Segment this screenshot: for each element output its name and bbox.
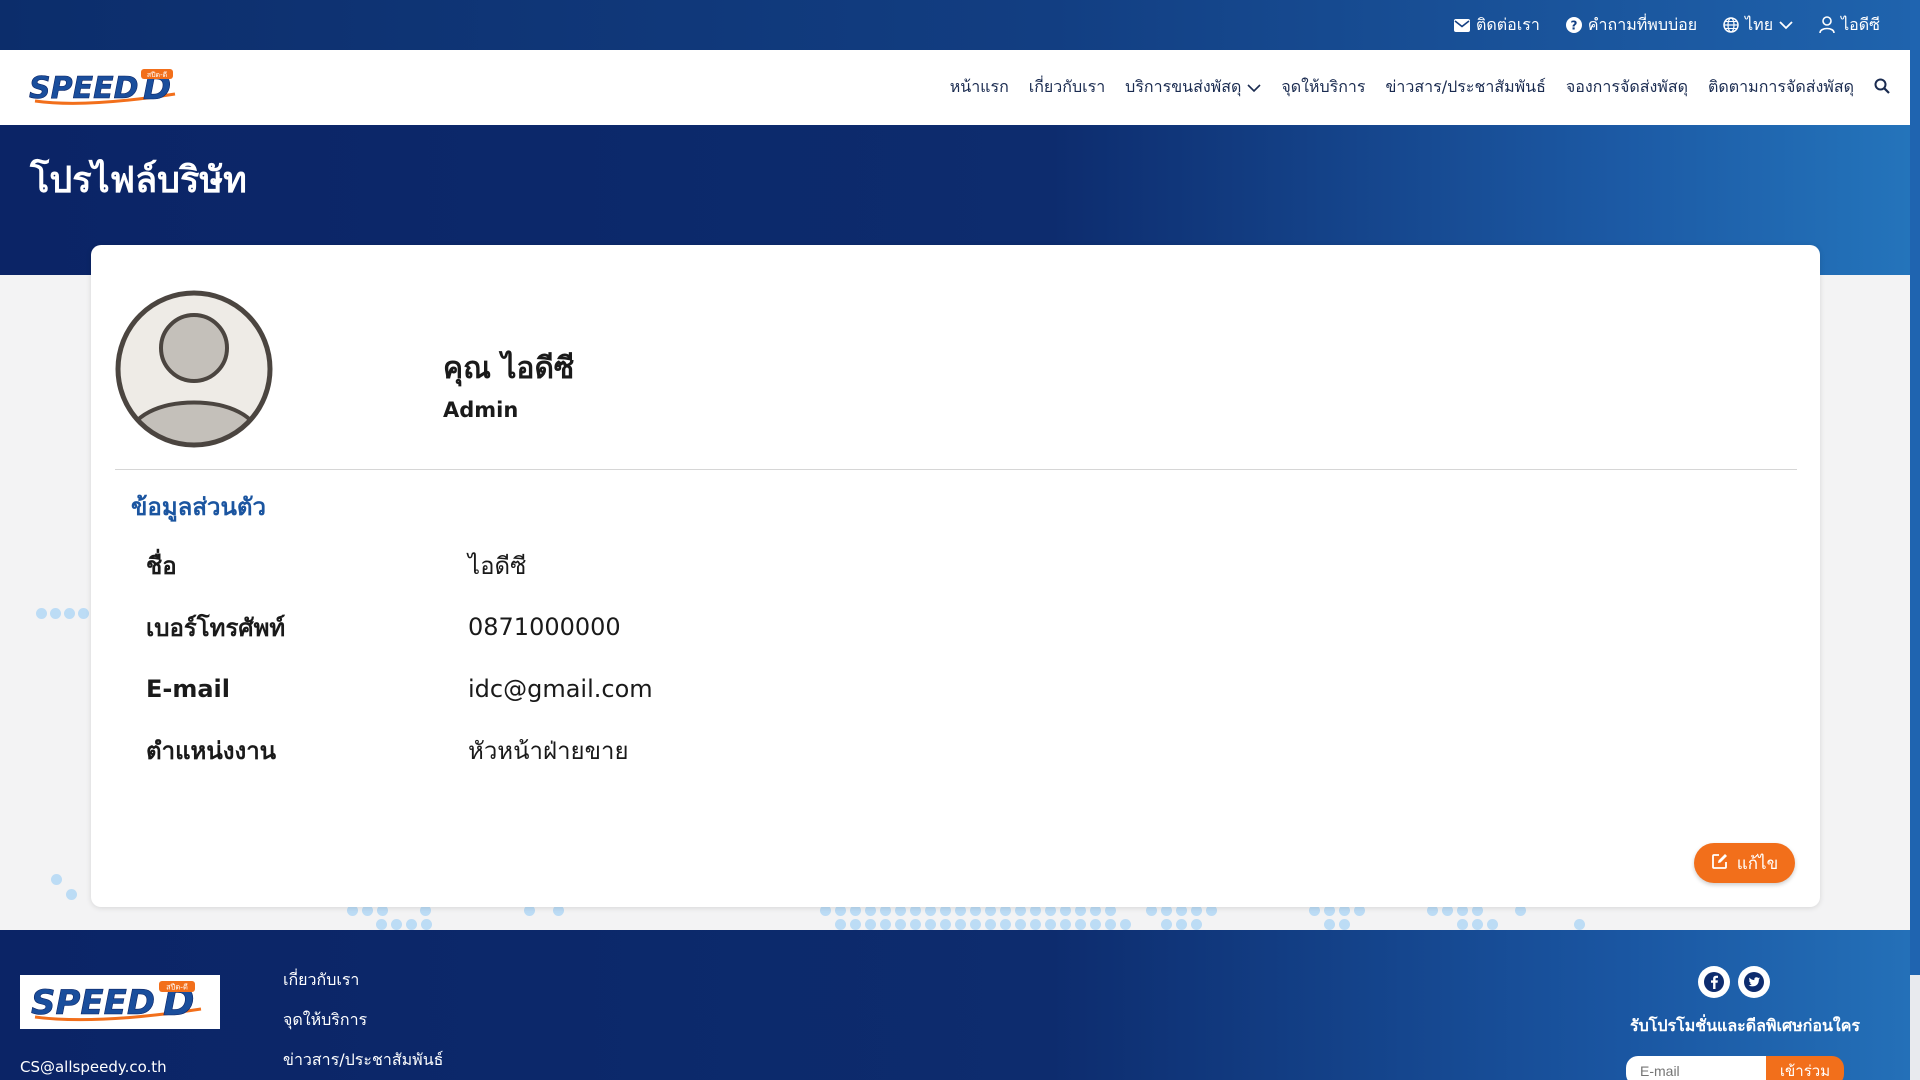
edit-label: แก้ไข xyxy=(1736,853,1779,874)
page-title: โปรไฟล์บริษัท xyxy=(30,160,247,201)
language-label: ไทย xyxy=(1745,14,1774,34)
footer-link-news[interactable]: ข่าวสาร/ประชาสัมพันธ์ xyxy=(283,1048,443,1080)
info-value: 0871000000 xyxy=(468,613,621,641)
nav-home[interactable]: หน้าแรก xyxy=(950,75,1009,100)
nav-tracking[interactable]: ติดตามการจัดส่งพัสดุ xyxy=(1708,75,1854,100)
twitter-icon[interactable] xyxy=(1738,966,1770,998)
scrollbar-track[interactable] xyxy=(1910,0,1920,1080)
nav-services[interactable]: บริการขนส่งพัสดุ xyxy=(1125,75,1261,100)
profile-name: คุณ ไอดีซี xyxy=(443,351,575,386)
search-button[interactable] xyxy=(1874,78,1890,98)
nav-booking[interactable]: จองการจัดส่งพัสดุ xyxy=(1566,75,1688,100)
social-links xyxy=(1698,966,1770,998)
edit-icon xyxy=(1711,852,1729,875)
nav-home-label: หน้าแรก xyxy=(949,77,1009,96)
svg-text:?: ? xyxy=(1570,19,1577,33)
contact-label: ติดต่อเรา xyxy=(1476,14,1540,34)
user-icon xyxy=(1819,16,1835,34)
info-label: E-mail xyxy=(146,675,231,703)
avatar xyxy=(115,290,273,448)
main-nav: SPEED D สปีด-ดี หน้าแรก เกี่ยวกับเรา บริ… xyxy=(0,50,1910,125)
nav-booking-label: จองการจัดส่งพัสดุ xyxy=(1565,77,1688,96)
user-label: ไอดีซี xyxy=(1841,14,1880,34)
nav-tracking-label: ติดตามการจัดส่งพัสดุ xyxy=(1707,77,1854,96)
info-row-position: ตำแหน่งงาน หัวหน้าฝ่ายขาย xyxy=(146,730,629,770)
scrollbar-thumb[interactable] xyxy=(1910,0,1920,975)
divider xyxy=(115,469,1797,470)
top-bar: ติดต่อเรา ? คำถามที่พบบ่อย ไทย ไอดีซี xyxy=(0,0,1910,50)
nav-news[interactable]: ข่าวสาร/ประชาสัมพันธ์ xyxy=(1385,75,1545,100)
promo-text: รับโปรโมชั่นและดีลพิเศษก่อนใคร xyxy=(1630,1016,1860,1035)
svg-text:สปีด-ดี: สปีด-ดี xyxy=(166,983,188,992)
nav-about-label: เกี่ยวกับเรา xyxy=(1028,77,1106,96)
footer-email[interactable]: CS@allspeedy.co.th xyxy=(20,1058,167,1076)
profile-card: คุณ ไอดีซี Admin ข้อมูลส่วนตัว ชื่อ ไอดี… xyxy=(91,245,1820,907)
info-label: ชื่อ xyxy=(146,551,177,580)
join-button[interactable]: เข้าร่วม xyxy=(1766,1056,1844,1080)
nav-service-points-label: จุดให้บริการ xyxy=(1281,77,1366,96)
info-label: ตำแหน่งงาน xyxy=(146,736,277,765)
speed-d-logo[interactable]: SPEED D สปีด-ดี xyxy=(25,68,187,108)
user-menu[interactable]: ไอดีซี xyxy=(1819,13,1880,38)
svg-text:SPEED: SPEED xyxy=(31,983,155,1023)
svg-text:SPEED: SPEED xyxy=(29,71,138,106)
nav-service-points[interactable]: จุดให้บริการ xyxy=(1281,75,1365,100)
email-input[interactable] xyxy=(1626,1056,1766,1080)
nav-services-label: บริการขนส่งพัสดุ xyxy=(1125,77,1242,96)
info-row-name: ชื่อ ไอดีซี xyxy=(146,545,526,585)
chevron-down-icon xyxy=(1247,78,1261,97)
section-title: ข้อมูลส่วนตัว xyxy=(131,493,266,521)
footer-logo[interactable]: SPEED D สปีด-ดี xyxy=(20,975,220,1029)
question-circle-icon: ? xyxy=(1565,17,1582,33)
footer-links: เกี่ยวกับเรา จุดให้บริการ ข่าวสาร/ประชาส… xyxy=(283,968,443,1080)
faq-label: คำถามที่พบบ่อย xyxy=(1587,14,1698,34)
globe-icon xyxy=(1723,17,1739,33)
info-value: ไอดีซี xyxy=(468,551,527,580)
subscribe-form: เข้าร่วม xyxy=(1626,1056,1844,1080)
footer: SPEED D สปีด-ดี CS@allspeedy.co.th เกี่ย… xyxy=(0,930,1910,1080)
info-value: หัวหน้าฝ่ายขาย xyxy=(468,736,629,765)
faq-link[interactable]: ? คำถามที่พบบ่อย xyxy=(1565,13,1698,38)
nav-links: หน้าแรก เกี่ยวกับเรา บริการขนส่งพัสดุ จุ… xyxy=(950,75,1890,100)
footer-link-service-points[interactable]: จุดให้บริการ xyxy=(283,1008,443,1048)
info-label: เบอร์โทรศัพท์ xyxy=(146,613,286,642)
info-row-phone: เบอร์โทรศัพท์ 0871000000 xyxy=(146,607,621,647)
edit-button[interactable]: แก้ไข xyxy=(1694,843,1795,883)
footer-link-about[interactable]: เกี่ยวกับเรา xyxy=(283,968,443,1008)
envelope-icon xyxy=(1454,18,1470,32)
facebook-icon[interactable] xyxy=(1698,966,1730,998)
svg-text:สปีด-ดี: สปีด-ดี xyxy=(147,71,167,79)
info-value: idc@gmail.com xyxy=(468,675,653,703)
contact-link[interactable]: ติดต่อเรา xyxy=(1454,13,1540,38)
info-row-email: E-mail idc@gmail.com xyxy=(146,669,653,709)
profile-role: Admin xyxy=(443,398,519,422)
nav-news-label: ข่าวสาร/ประชาสัมพันธ์ xyxy=(1385,77,1546,96)
nav-about[interactable]: เกี่ยวกับเรา xyxy=(1029,75,1105,100)
language-selector[interactable]: ไทย xyxy=(1723,13,1793,38)
search-icon xyxy=(1874,78,1890,98)
chevron-down-icon xyxy=(1779,20,1793,30)
